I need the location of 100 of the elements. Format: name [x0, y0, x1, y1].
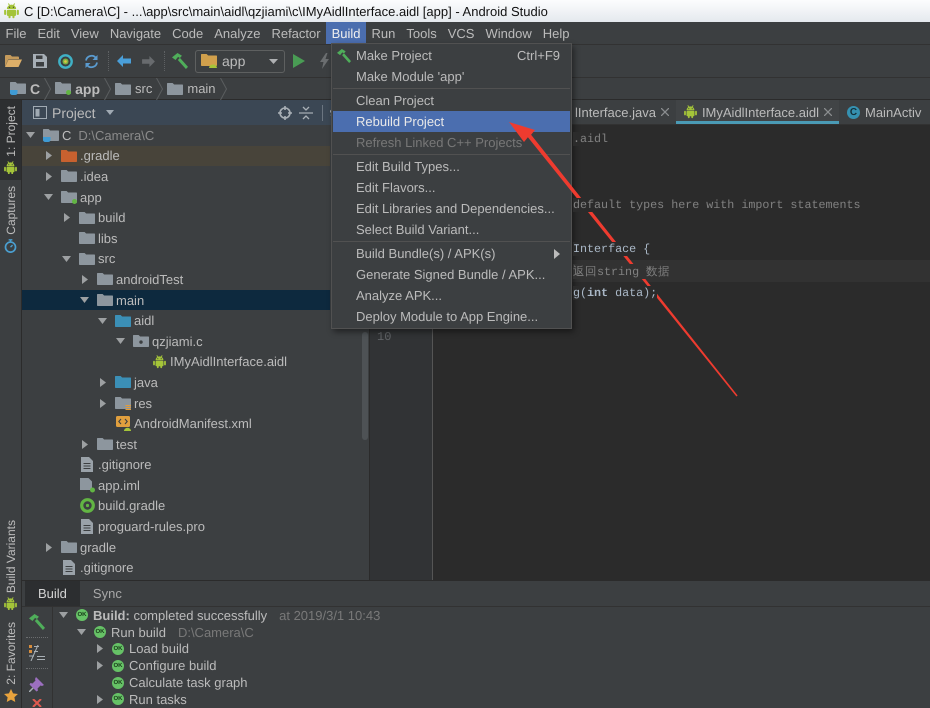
breadcrumb-item[interactable]: main [167, 81, 216, 96]
lightning-icon[interactable] [320, 53, 329, 69]
tree-item[interactable]: androidTest [22, 269, 330, 290]
tree-item[interactable]: AndroidManifest.xml [22, 413, 330, 434]
open-folder-icon[interactable] [5, 55, 22, 67]
hammer-icon[interactable] [29, 614, 45, 630]
back-arrow-icon[interactable] [117, 55, 131, 67]
collapse-all-icon[interactable] [298, 106, 313, 120]
menu-bar-item[interactable]: Tools [400, 22, 442, 44]
menu-item[interactable]: Edit Libraries and Dependencies... [333, 198, 570, 219]
menu-item[interactable]: Edit Flavors... [333, 177, 570, 198]
caret-right-icon[interactable] [82, 440, 88, 449]
tree-item[interactable]: IMyAidlInterface.aidl [22, 352, 330, 372]
resource-folder-icon [115, 396, 131, 410]
panel-tab[interactable]: Build [25, 581, 80, 606]
tree-item[interactable]: build [22, 207, 330, 228]
breadcrumb-item[interactable]: C [10, 80, 40, 96]
menu-bar-item[interactable]: Run [366, 22, 401, 44]
run-icon[interactable] [293, 54, 305, 68]
panel-tab[interactable]: Sync [80, 581, 135, 606]
tree-item[interactable]: .gitignore [22, 557, 330, 578]
tree-item[interactable]: .gradle [22, 146, 330, 166]
caret-right-icon[interactable] [96, 694, 102, 704]
scrollbar-thumb[interactable] [362, 332, 368, 440]
tree-item[interactable]: qzjiami.c [22, 330, 330, 352]
tree-item[interactable]: build.gradle [22, 496, 330, 516]
caret-right-icon[interactable] [100, 398, 106, 408]
menu-bar-item[interactable]: View [65, 22, 104, 44]
tree-item[interactable]: gradle [22, 536, 330, 558]
tree-item[interactable]: test [22, 434, 330, 454]
tree-item[interactable]: res [22, 392, 330, 414]
tree-item[interactable]: java [22, 372, 330, 393]
hammer-icon[interactable] [172, 53, 188, 69]
tree-item[interactable]: app.iml [22, 475, 330, 496]
caret-down-icon[interactable] [116, 338, 125, 344]
menu-bar-item[interactable]: File [0, 22, 32, 44]
menu-item[interactable]: Analyze APK... [333, 285, 570, 306]
menu-item[interactable]: Build Bundle(s) / APK(s) [333, 243, 570, 264]
tree-item[interactable]: C D:\Camera\C [22, 125, 330, 146]
run-config-dropdown[interactable]: app [195, 50, 285, 72]
menu-bar-item[interactable]: VCS [442, 22, 480, 44]
tree-item[interactable]: main [22, 290, 330, 310]
tool-window-tab[interactable]: 2: Favorites [0, 616, 21, 708]
project-view-dropdown[interactable]: Project [33, 104, 114, 120]
menu-bar-item[interactable]: Help [537, 22, 575, 44]
menu-item[interactable]: Deploy Module to App Engine... [333, 306, 570, 327]
menu-bar-item[interactable]: Edit [32, 22, 66, 44]
menu-bar-item[interactable]: Window [480, 22, 538, 44]
tool-window-tab[interactable]: Captures [0, 180, 21, 259]
tree-item[interactable]: .idea [22, 166, 330, 187]
pin-icon[interactable] [29, 676, 45, 692]
caret-right-icon[interactable] [46, 151, 52, 160]
breadcrumb-item[interactable]: src [115, 81, 152, 96]
tree-item[interactable]: aidl [22, 310, 330, 331]
menu-item[interactable]: Edit Build Types... [333, 156, 570, 177]
caret-down-icon[interactable] [62, 256, 71, 262]
caret-down-icon[interactable] [77, 629, 86, 636]
caret-down-icon[interactable] [98, 318, 107, 324]
menu-item[interactable]: Select Build Variant... [333, 219, 570, 240]
breadcrumb-item[interactable]: app [55, 80, 100, 96]
caret-down-icon[interactable] [59, 612, 68, 618]
tree-item[interactable]: .gitignore [22, 454, 330, 476]
caret-down-icon[interactable] [26, 132, 35, 138]
caret-right-icon[interactable] [64, 213, 70, 222]
menu-bar-item[interactable]: Analyze [208, 22, 266, 44]
tool-window-tab[interactable]: Build Variants [0, 514, 21, 616]
close-icon[interactable] [660, 108, 669, 116]
editor-tab[interactable]: lInterface.java [567, 100, 676, 124]
crosshair-icon[interactable] [278, 106, 292, 120]
menu-item[interactable]: Clean Project [333, 90, 570, 111]
menu-item[interactable]: Make Project Ctrl+F9 [333, 45, 570, 66]
caret-right-icon[interactable] [100, 378, 106, 387]
tree-item[interactable]: libs [22, 228, 330, 249]
editor-tab[interactable]: IMyAidlInterface.aidl [676, 100, 839, 124]
menu-bar-item[interactable]: Build [326, 22, 366, 44]
close-icon[interactable] [824, 108, 832, 116]
tree-item[interactable]: proguard-rules.pro [22, 516, 330, 537]
caret-right-icon[interactable] [96, 644, 102, 654]
tree-item[interactable]: app [22, 186, 330, 208]
tree-item[interactable]: src [22, 248, 330, 270]
caret-down-icon[interactable] [44, 194, 53, 200]
detail-label: at 2019/3/1 10:43 [279, 608, 380, 623]
cross-icon[interactable] [32, 699, 42, 707]
filter-icon[interactable] [29, 645, 45, 661]
caret-right-icon[interactable] [96, 661, 102, 670]
menu-item[interactable]: Rebuild Project [333, 111, 570, 132]
save-icon[interactable] [33, 54, 47, 68]
tool-window-tab[interactable]: 1: Project [0, 100, 21, 180]
menu-bar-item[interactable]: Navigate [104, 22, 167, 44]
caret-down-icon[interactable] [80, 297, 89, 304]
menu-item[interactable]: Generate Signed Bundle / APK... [333, 264, 570, 285]
refresh-icon[interactable] [84, 54, 99, 68]
editor-tab[interactable]: C MainActiv [839, 100, 928, 124]
menu-item[interactable]: Make Module 'app' [333, 66, 570, 87]
caret-right-icon[interactable] [46, 172, 52, 181]
caret-right-icon[interactable] [46, 542, 52, 552]
caret-right-icon[interactable] [82, 274, 88, 284]
menu-bar-item[interactable]: Refactor [266, 22, 326, 44]
menu-bar-item[interactable]: Code [166, 22, 209, 44]
target-ring-icon[interactable] [58, 54, 73, 68]
